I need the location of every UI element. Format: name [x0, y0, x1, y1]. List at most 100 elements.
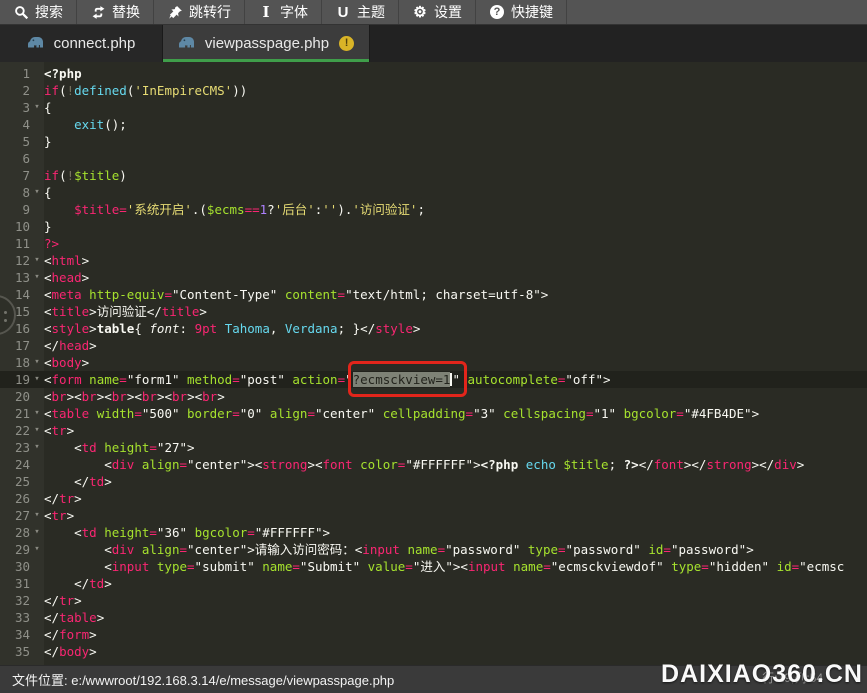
line-number: 1: [0, 65, 30, 82]
code-line-33[interactable]: 33</table>: [0, 609, 867, 626]
replace-icon: [90, 4, 106, 20]
code-line-23[interactable]: 23▾ <td height="27">: [0, 439, 867, 456]
code-line-17[interactable]: 17</head>: [0, 337, 867, 354]
code-line-20[interactable]: 20<br><br><br><br><br><br>: [0, 388, 867, 405]
fold-arrow-icon[interactable]: ▾: [30, 405, 44, 422]
menu-item-search[interactable]: 搜索: [0, 0, 77, 24]
code-line-9[interactable]: 9 $title='系统开启'.($ecms==1?'后台':'').'访问验证…: [0, 201, 867, 218]
code-line-19[interactable]: 19▾<form name="form1" method="post" acti…: [0, 371, 867, 388]
line-number: 26: [0, 490, 30, 507]
tab-viewpasspage[interactable]: viewpasspage.php!: [163, 25, 370, 62]
warning-badge-icon: !: [339, 36, 354, 51]
code-text: if(!defined('InEmpireCMS')): [44, 82, 247, 99]
line-number: 4: [0, 116, 30, 133]
code-line-14[interactable]: 14<meta http-equiv="Content-Type" conten…: [0, 286, 867, 303]
line-number: 12: [0, 252, 30, 269]
code-text: }: [44, 218, 52, 235]
menu-item-replace[interactable]: 替换: [77, 0, 154, 24]
code-line-16[interactable]: 16<style>table{ font: 9pt Tahoma, Verdan…: [0, 320, 867, 337]
fold-arrow-icon[interactable]: ▾: [30, 99, 44, 116]
handle-dot-icon: [4, 311, 7, 314]
code-line-26[interactable]: 26 </tr>: [0, 490, 867, 507]
fold-arrow-icon[interactable]: ▾: [30, 184, 44, 201]
watermark-text: DAIXIAO360.CN: [661, 660, 863, 689]
code-line-22[interactable]: 22▾<tr>: [0, 422, 867, 439]
code-line-10[interactable]: 10}: [0, 218, 867, 235]
menu-item-hotkeys[interactable]: ?快捷键: [476, 0, 567, 24]
line-number: 6: [0, 150, 30, 167]
fold-arrow-icon[interactable]: ▾: [30, 439, 44, 456]
menu-item-theme[interactable]: U主题: [322, 0, 399, 24]
code-text: <tr>: [44, 507, 74, 524]
editor-pane[interactable]: 1<?php2if(!defined('InEmpireCMS'))3▾{4 e…: [0, 62, 867, 665]
code-text: <form name="form1" method="post" action=…: [44, 371, 611, 388]
fold-arrow-icon[interactable]: ▾: [30, 371, 44, 388]
fold-arrow-icon[interactable]: ▾: [30, 541, 44, 558]
code-line-4[interactable]: 4 exit();: [0, 116, 867, 133]
code-line-7[interactable]: 7if(!$title): [0, 167, 867, 184]
line-number: 25: [0, 473, 30, 490]
code-text: ?>: [44, 235, 59, 252]
code-text: <title>访问验证</title>: [44, 303, 207, 320]
line-number: 22: [0, 422, 30, 439]
code-line-13[interactable]: 13▾<head>: [0, 269, 867, 286]
code-line-8[interactable]: 8▾{: [0, 184, 867, 201]
code-line-34[interactable]: 34</form>: [0, 626, 867, 643]
fold-arrow-icon[interactable]: ▾: [30, 252, 44, 269]
menu-item-font[interactable]: I字体: [245, 0, 322, 24]
line-number: 35: [0, 643, 30, 660]
fold-arrow-icon[interactable]: ▾: [30, 422, 44, 439]
fold-arrow-icon[interactable]: ▾: [30, 507, 44, 524]
code-line-21[interactable]: 21▾<table width="500" border="0" align="…: [0, 405, 867, 422]
code-line-32[interactable]: 32</tr>: [0, 592, 867, 609]
code-text: <td height="27">: [44, 439, 195, 456]
code-text: </tr>: [44, 490, 82, 507]
code-text: $title='系统开启'.($ecms==1?'后台':'').'访问验证';: [44, 201, 425, 218]
code-line-25[interactable]: 25 </td>: [0, 473, 867, 490]
code-text: <input type="submit" name="Submit" value…: [44, 558, 844, 575]
code-text: {: [44, 99, 52, 116]
font-icon: I: [258, 4, 274, 20]
pin-icon: [167, 4, 183, 20]
code-text: <meta http-equiv="Content-Type" content=…: [44, 286, 548, 303]
menu-bar: 搜索替换跳转行I字体U主题⚙设置?快捷键: [0, 0, 867, 25]
fold-arrow-icon[interactable]: ▾: [30, 524, 44, 541]
line-number: 33: [0, 609, 30, 626]
line-number: 21: [0, 405, 30, 422]
code-line-2[interactable]: 2if(!defined('InEmpireCMS')): [0, 82, 867, 99]
code-line-31[interactable]: 31 </td>: [0, 575, 867, 592]
code-line-35[interactable]: 35</body>: [0, 643, 867, 660]
line-number: 13: [0, 269, 30, 286]
code-line-6[interactable]: 6: [0, 150, 867, 167]
code-line-24[interactable]: 24 <div align="center"><strong><font col…: [0, 456, 867, 473]
code-line-29[interactable]: 29▾ <div align="center">请输入访问密码：<input n…: [0, 541, 867, 558]
code-text: {: [44, 184, 52, 201]
code-line-15[interactable]: 15<title>访问验证</title>: [0, 303, 867, 320]
php-elephant-icon: [178, 35, 195, 52]
line-number: 34: [0, 626, 30, 643]
code-line-12[interactable]: 12▾<html>: [0, 252, 867, 269]
line-number: 5: [0, 133, 30, 150]
tab-connect[interactable]: connect.php: [0, 25, 163, 62]
code-text: <body>: [44, 354, 89, 371]
help-icon: ?: [489, 4, 505, 20]
line-number: 9: [0, 201, 30, 218]
code-line-3[interactable]: 3▾{: [0, 99, 867, 116]
code-line-30[interactable]: 30 <input type="submit" name="Submit" va…: [0, 558, 867, 575]
fold-arrow-icon[interactable]: ▾: [30, 354, 44, 371]
code-line-1[interactable]: 1<?php: [0, 65, 867, 82]
code-text: <br><br><br><br><br><br>: [44, 388, 225, 405]
handle-dot-icon: [4, 319, 7, 322]
code-line-5[interactable]: 5}: [0, 133, 867, 150]
menu-item-goto-line[interactable]: 跳转行: [154, 0, 245, 24]
line-number: 10: [0, 218, 30, 235]
file-location-text: 文件位置: e:/wwwroot/192.168.3.14/e/message/…: [12, 670, 394, 689]
code-line-27[interactable]: 27▾<tr>: [0, 507, 867, 524]
line-number: 29: [0, 541, 30, 558]
fold-arrow-icon[interactable]: ▾: [30, 269, 44, 286]
code-text: <head>: [44, 269, 89, 286]
code-line-28[interactable]: 28▾ <td height="36" bgcolor="#FFFFFF">: [0, 524, 867, 541]
code-text: exit();: [44, 116, 127, 133]
menu-item-settings[interactable]: ⚙设置: [399, 0, 476, 24]
code-line-11[interactable]: 11?>: [0, 235, 867, 252]
